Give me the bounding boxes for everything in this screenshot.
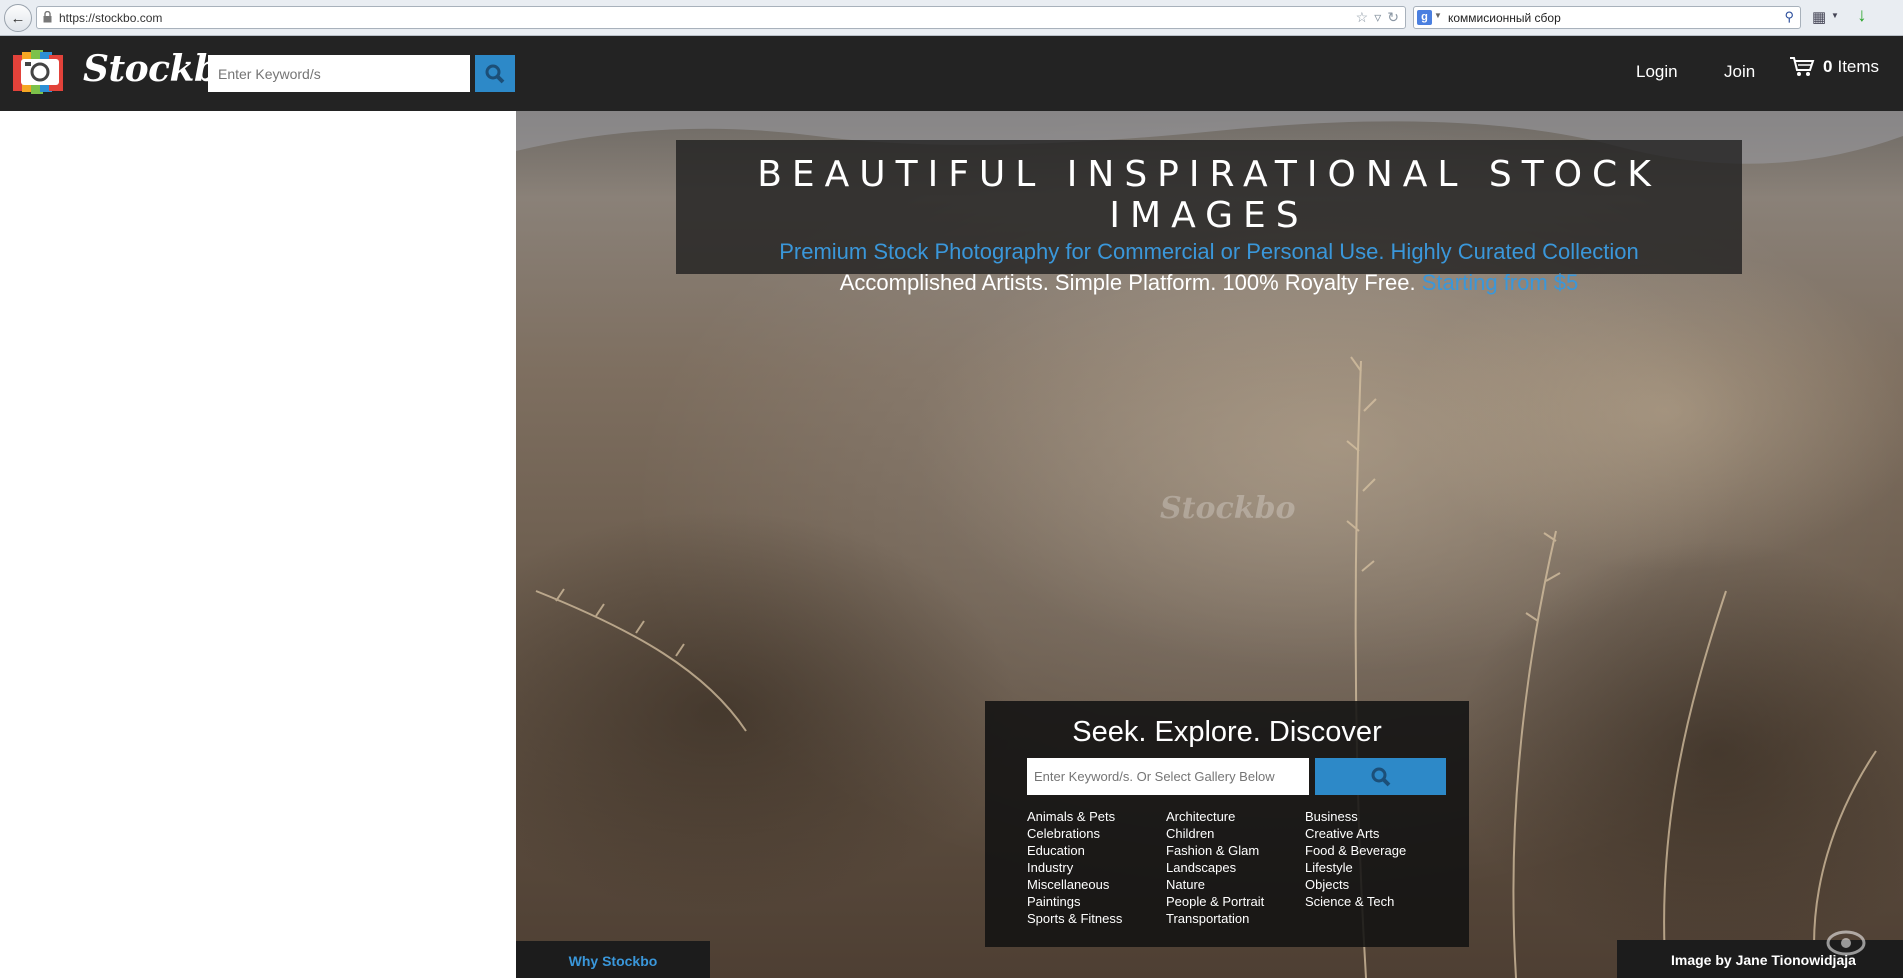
search-icon[interactable]: ⚲ xyxy=(1784,9,1794,25)
hero-banner: BEAUTIFUL INSPIRATIONAL STOCK IMAGES Pre… xyxy=(676,140,1742,295)
cart-count: 0 xyxy=(1823,57,1833,76)
category-link[interactable]: Lifestyle xyxy=(1305,859,1444,876)
download-icon[interactable]: ↓ xyxy=(1857,5,1867,27)
category-link[interactable]: Creative Arts xyxy=(1305,825,1444,842)
hero-subtitle: Premium Stock Photography for Commercial… xyxy=(779,239,1639,264)
url-text: https://stockbo.com xyxy=(59,11,163,25)
gallery-search-button[interactable] xyxy=(1315,758,1446,795)
dropdown-arrow-icon[interactable]: ▿ xyxy=(1374,9,1381,26)
lock-icon xyxy=(43,11,52,23)
cart-icon xyxy=(1790,57,1815,76)
category-link[interactable]: Education xyxy=(1027,842,1166,859)
category-link[interactable]: Food & Beverage xyxy=(1305,842,1444,859)
hero-tagline: Accomplished Artists. Simple Platform. 1… xyxy=(839,270,1416,295)
category-link[interactable]: Transportation xyxy=(1166,910,1305,927)
category-link[interactable]: Business xyxy=(1305,808,1444,825)
gallery-search-input[interactable] xyxy=(1027,758,1309,795)
header-search-input[interactable] xyxy=(208,55,470,92)
search-icon xyxy=(485,64,505,83)
bookmarks-icon[interactable]: ▦ xyxy=(1812,8,1826,26)
hero-price: Starting from $5 xyxy=(1421,270,1579,295)
search-icon xyxy=(1371,767,1390,786)
category-link[interactable]: Industry xyxy=(1027,859,1166,876)
bookmarks-dropdown-icon[interactable]: ▼ xyxy=(1831,11,1839,20)
category-link[interactable]: Animals & Pets xyxy=(1027,808,1166,825)
browser-search-query: коммисионный сбор xyxy=(1448,11,1561,25)
category-link[interactable]: Sports & Fitness xyxy=(1027,910,1166,927)
category-grid: Animals & Pets Architecture Business Cel… xyxy=(1027,808,1447,927)
why-stockbo-tab[interactable]: Why Stockbo xyxy=(516,941,710,978)
header-search-button[interactable] xyxy=(475,55,515,92)
category-link[interactable]: Objects xyxy=(1305,876,1444,893)
category-link[interactable]: Architecture xyxy=(1166,808,1305,825)
cart-label: Items xyxy=(1837,57,1880,76)
hero-title: BEAUTIFUL INSPIRATIONAL STOCK IMAGES xyxy=(757,154,1661,236)
category-link[interactable]: Celebrations xyxy=(1027,825,1166,842)
browser-toolbar: ← https://stockbo.com ☆ ▿ ↻ g ▼ коммисио… xyxy=(0,0,1903,36)
seek-title: Seek. Explore. Discover xyxy=(1072,716,1382,748)
category-link[interactable]: Science & Tech xyxy=(1305,893,1444,910)
category-link[interactable]: Nature xyxy=(1166,876,1305,893)
hero-section: BEAUTIFUL INSPIRATIONAL STOCK IMAGES Pre… xyxy=(516,111,1903,978)
category-link[interactable]: Miscellaneous xyxy=(1027,876,1166,893)
engine-dropdown-icon[interactable]: ▼ xyxy=(1434,11,1442,20)
back-arrow-icon[interactable]: ← xyxy=(4,4,32,32)
category-link[interactable]: People & Portrait xyxy=(1166,893,1305,910)
category-link[interactable]: Landscapes xyxy=(1166,859,1305,876)
star-icon[interactable]: ☆ xyxy=(1356,9,1369,26)
seek-search-panel: Seek. Explore. Discover Animals & Pets A… xyxy=(985,701,1469,947)
stockbo-watermark: Stockbo xyxy=(1160,491,1296,526)
cart-link[interactable]: 0 Items xyxy=(1789,56,1879,78)
browser-search-box[interactable]: g ▼ коммисионный сбор ⚲ xyxy=(1413,6,1801,29)
nav-join-link[interactable]: Join xyxy=(1724,62,1755,82)
camera-logo-icon[interactable] xyxy=(13,49,68,95)
address-bar[interactable]: https://stockbo.com ☆ ▿ ↻ xyxy=(36,6,1406,29)
nav-login-link[interactable]: Login xyxy=(1636,62,1678,82)
site-header: Stockbo Login Join 0 Items xyxy=(0,36,1903,111)
category-link[interactable]: Children xyxy=(1166,825,1305,842)
category-link[interactable]: Fashion & Glam xyxy=(1166,842,1305,859)
google-icon[interactable]: g xyxy=(1417,10,1432,25)
reload-icon[interactable]: ↻ xyxy=(1387,9,1399,26)
eye-logo-icon xyxy=(1826,930,1866,956)
category-link[interactable]: Paintings xyxy=(1027,893,1166,910)
